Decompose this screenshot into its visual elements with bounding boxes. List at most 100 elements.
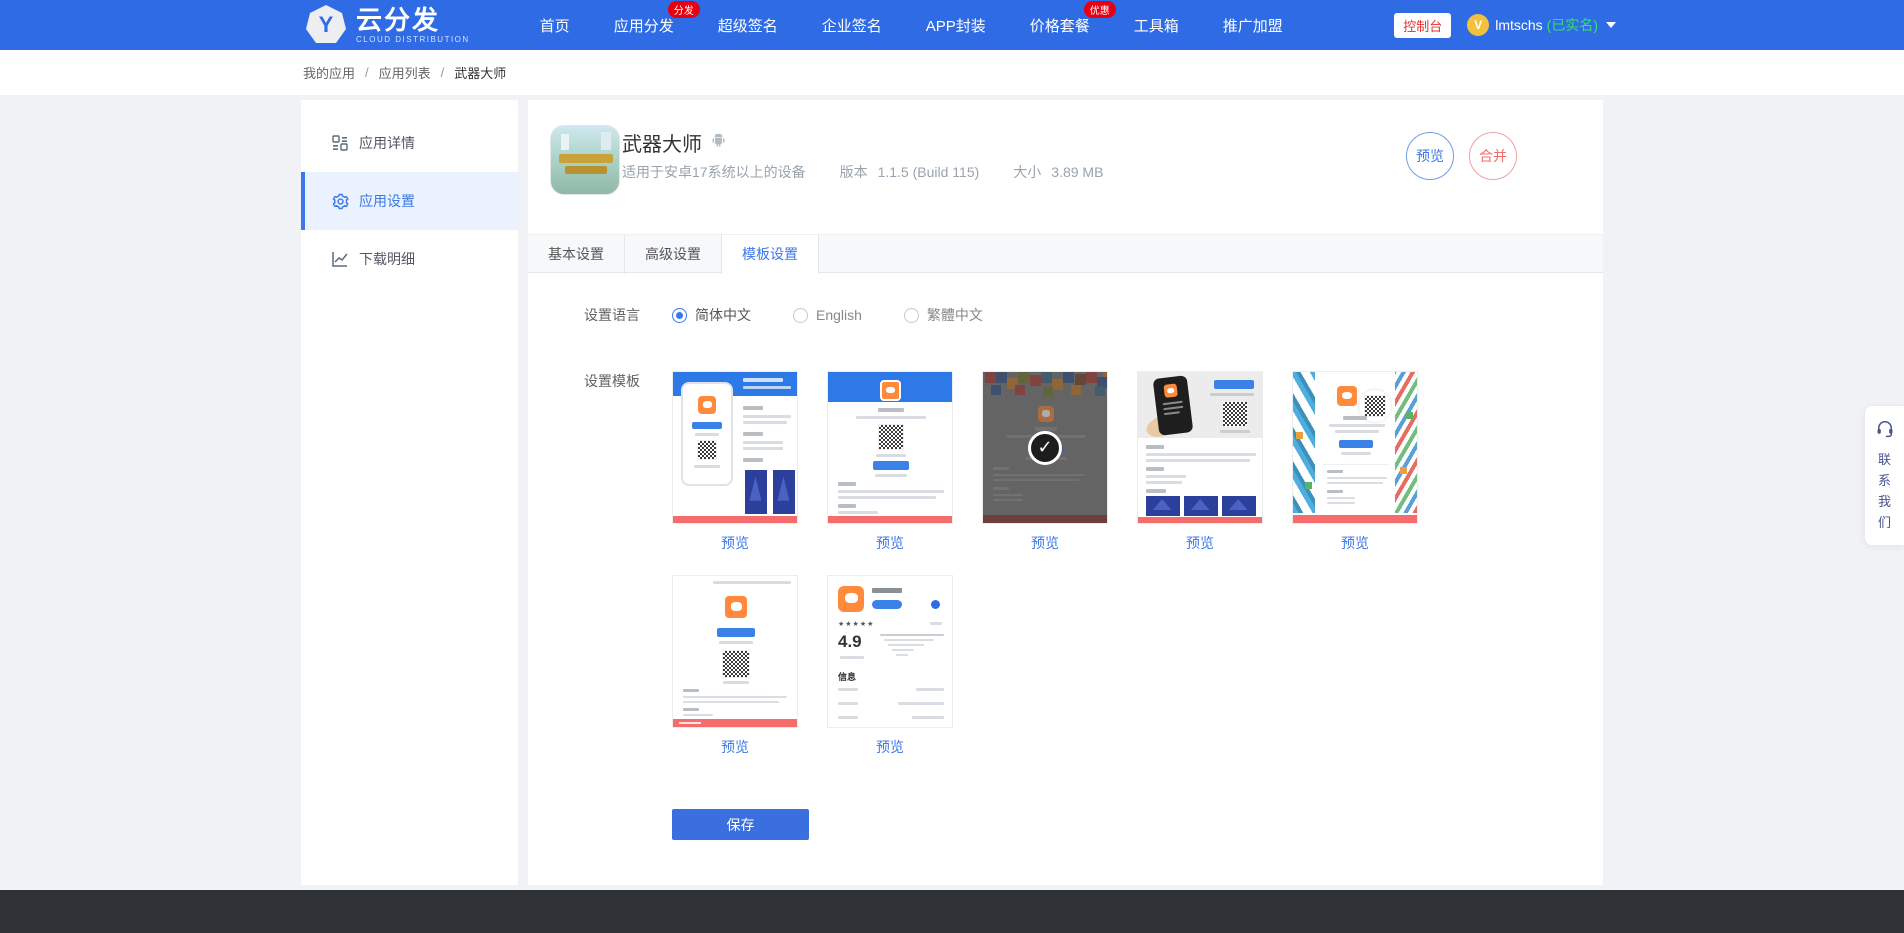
top-nav: Y 云分发 CLOUD DISTRIBUTION 首页 应用分发分发 超级签名 … [0,0,1904,50]
radio-english[interactable]: English [793,307,862,323]
contact-char: 我 [1878,491,1891,512]
template-option-3-selected[interactable]: ✓ 预览 [982,371,1108,553]
distribution-badge: 分发 [668,1,700,18]
app-icon [550,125,620,195]
radio-icon [793,308,808,323]
merge-button[interactable]: 合并 [1469,132,1517,180]
template-settings-form: 设置语言 简体中文 English 繁體中文 设置模板 [528,273,1603,840]
app-header: 武器大师 适用于安卓17系统以上的设备 版本 1.1.5 (Build 115)… [528,100,1603,234]
stars-row: ★★★★★ [838,620,874,628]
template-preview-link[interactable]: 预览 [827,533,953,553]
template-label: 设置模板 [584,371,644,757]
template-thumbnail: ★★★★★ 4.9 信息 [827,575,953,728]
template-option-2[interactable]: 预览 [827,371,953,553]
radio-traditional-chinese[interactable]: 繁體中文 [904,305,983,325]
template-option-1[interactable]: 预览 [672,371,798,553]
template-preview-link[interactable]: 预览 [982,533,1108,553]
sidebar: 应用详情 应用设置 下载明细 [301,100,518,885]
breadcrumb-current-app: 武器大师 [454,63,506,82]
language-label: 设置语言 [584,305,644,325]
breadcrumb-separator: / [365,65,369,80]
user-name[interactable]: lmtschs [1495,17,1542,33]
radio-label: 简体中文 [695,305,751,325]
logo-mark-icon: Y [306,5,346,45]
save-button[interactable]: 保存 [672,809,809,840]
size-value: 3.89 MB [1051,164,1103,180]
template-option-4[interactable]: 预览 [1137,371,1263,553]
template-thumbnail [827,371,953,524]
sidebar-item-app-details[interactable]: 应用详情 [301,114,518,172]
info-section-label: 信息 [838,670,856,683]
tab-basic-settings[interactable]: 基本设置 [528,235,625,274]
android-icon [710,132,727,154]
nav-item-super-signature[interactable]: 超级签名 [718,15,778,36]
breadcrumb: 我的应用 / 应用列表 / 武器大师 [0,50,1904,95]
contact-us-widget[interactable]: 联 系 我 们 [1864,405,1904,546]
version-label: 版本 [840,162,868,182]
logo[interactable]: Y 云分发 CLOUD DISTRIBUTION [306,5,470,45]
discount-badge: 优惠 [1084,1,1116,18]
template-preview-link[interactable]: 预览 [1292,533,1418,553]
breadcrumb-app-list[interactable]: 应用列表 [379,63,431,82]
verified-status: (已实名) [1547,15,1598,35]
template-thumbnail: ✓ [982,371,1108,524]
selected-template-overlay: ✓ [983,372,1107,523]
radio-label: 繁體中文 [927,305,983,325]
template-thumbnail [672,575,798,728]
template-thumbnail [1292,371,1418,524]
size-label: 大小 [1013,162,1041,182]
chart-icon [331,250,349,268]
breadcrumb-my-apps[interactable]: 我的应用 [303,63,355,82]
sidebar-item-label: 应用详情 [359,133,415,153]
checkmark-icon: ✓ [1028,431,1062,465]
gear-icon [331,192,349,210]
headset-icon [1875,418,1895,443]
contact-char: 们 [1878,512,1891,533]
radio-icon [672,308,687,323]
nav-item-app-distribution[interactable]: 应用分发分发 [614,15,674,36]
page-footer [0,890,1904,933]
sidebar-item-download-details[interactable]: 下载明细 [301,230,518,288]
settings-tabbar: 基本设置 高级设置 模板设置 [528,234,1603,273]
breadcrumb-separator: / [441,65,445,80]
nav-item-promotion[interactable]: 推广加盟 [1223,15,1283,36]
nav-item-enterprise-signature[interactable]: 企业签名 [822,15,882,36]
version-value: 1.1.5 (Build 115) [878,164,980,180]
logo-subtitle: CLOUD DISTRIBUTION [356,35,470,44]
template-preview-link[interactable]: 预览 [1137,533,1263,553]
device-note: 适用于安卓17系统以上的设备 [622,162,806,182]
app-name: 武器大师 [622,128,702,157]
rating-value: 4.9 [838,632,862,652]
nav-item-label: 应用分发 [614,18,674,35]
logo-title: 云分发 [356,7,470,33]
contact-char: 系 [1878,470,1891,491]
nav-item-home[interactable]: 首页 [540,15,570,36]
contact-char: 联 [1878,449,1891,470]
nav-links: 首页 应用分发分发 超级签名 企业签名 APP封装 价格套餐优惠 工具箱 推广加… [518,15,1305,36]
template-preview-link[interactable]: 预览 [827,737,953,757]
template-option-6[interactable]: 预览 [672,575,798,757]
template-thumbnail [672,371,798,524]
preview-app-button[interactable]: 预览 [1406,132,1454,180]
radio-label: English [816,307,862,323]
sidebar-item-label: 应用设置 [359,191,415,211]
user-avatar[interactable]: V [1467,14,1489,36]
template-preview-link[interactable]: 预览 [672,533,798,553]
sidebar-item-label: 下载明细 [359,249,415,269]
nav-item-label: 价格套餐 [1030,18,1090,35]
nav-item-pricing[interactable]: 价格套餐优惠 [1030,15,1090,36]
tab-template-settings[interactable]: 模板设置 [722,235,819,274]
main-panel: 武器大师 适用于安卓17系统以上的设备 版本 1.1.5 (Build 115)… [528,100,1603,885]
nav-item-toolbox[interactable]: 工具箱 [1134,15,1179,36]
chevron-down-icon[interactable] [1606,22,1616,28]
nav-item-app-packaging[interactable]: APP封装 [926,15,986,36]
sidebar-item-app-settings[interactable]: 应用设置 [301,172,518,230]
template-thumbnail [1137,371,1263,524]
console-button[interactable]: 控制台 [1394,13,1451,38]
tab-advanced-settings[interactable]: 高级设置 [625,235,722,274]
radio-simplified-chinese[interactable]: 简体中文 [672,305,751,325]
template-preview-link[interactable]: 预览 [672,737,798,757]
template-option-7[interactable]: ★★★★★ 4.9 信息 [827,575,953,757]
template-option-5[interactable]: 预览 [1292,371,1418,553]
grid-icon [331,134,349,152]
